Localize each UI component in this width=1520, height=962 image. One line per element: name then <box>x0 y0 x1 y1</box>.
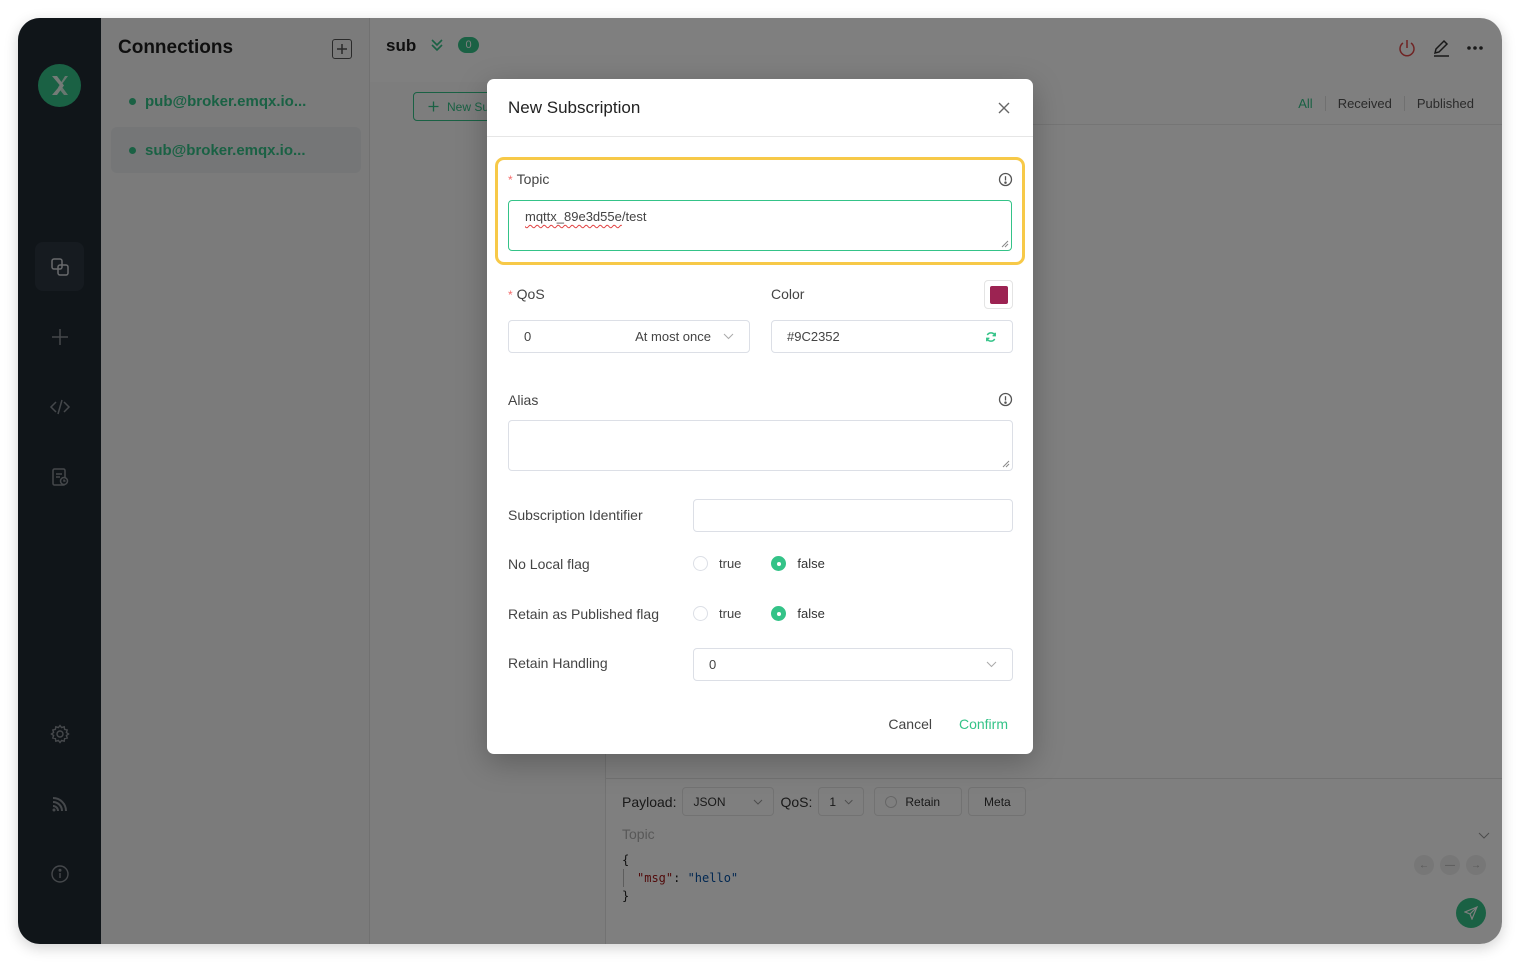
alias-label: Alias <box>508 392 539 408</box>
alias-input[interactable] <box>508 420 1013 471</box>
radio-label: false <box>797 556 825 571</box>
no-local-label: No Local flag <box>508 556 590 572</box>
resize-handle-icon[interactable] <box>1001 240 1009 248</box>
qos-select[interactable]: 0 At most once <box>508 320 750 353</box>
info-icon[interactable] <box>998 392 1013 407</box>
retain-as-published-label: Retain as Published flag <box>508 606 659 622</box>
retain-handling-value: 0 <box>709 657 717 672</box>
radio-label: true <box>719 556 742 571</box>
dialog-header: New Subscription <box>487 79 1033 137</box>
dialog-title: New Subscription <box>508 98 641 117</box>
color-value: #9C2352 <box>787 329 840 344</box>
new-subscription-dialog: New Subscription * Topic mqttx_89e3d55e/t… <box>487 79 1033 754</box>
topic-label-text: Topic <box>516 171 550 187</box>
qos-value: 0 <box>524 329 532 344</box>
color-input[interactable]: #9C2352 <box>771 320 1013 353</box>
rap-true-radio[interactable] <box>693 606 708 621</box>
radio-label: true <box>719 606 742 621</box>
topic-label: * Topic <box>508 171 550 187</box>
info-icon[interactable] <box>998 172 1013 187</box>
color-picker[interactable] <box>984 280 1013 309</box>
qos-label-text: QoS <box>516 286 545 302</box>
chevron-down-icon <box>986 661 997 668</box>
refresh-icon[interactable] <box>985 331 997 343</box>
no-local-true-radio[interactable] <box>693 556 708 571</box>
subscription-identifier-label: Subscription Identifier <box>508 507 643 523</box>
chevron-down-icon <box>723 333 734 340</box>
no-local-radio-group: true false <box>693 556 855 571</box>
cancel-button[interactable]: Cancel <box>888 716 932 732</box>
no-local-false-radio[interactable] <box>771 556 787 571</box>
topic-value-part: /test <box>621 209 647 224</box>
close-icon[interactable] <box>995 99 1013 117</box>
retain-handling-select[interactable]: 0 <box>693 648 1013 681</box>
radio-label: false <box>797 606 825 621</box>
subscription-identifier-input[interactable] <box>693 499 1013 532</box>
qos-label: * QoS <box>508 286 545 302</box>
retain-as-published-radio-group: true false <box>693 606 855 621</box>
topic-input[interactable]: mqttx_89e3d55e/test <box>508 200 1012 251</box>
confirm-button[interactable]: Confirm <box>959 716 1008 732</box>
color-swatch <box>989 285 1008 304</box>
color-label: Color <box>771 286 805 302</box>
dialog-footer: Cancel Confirm <box>888 716 1008 732</box>
qos-description: At most once <box>635 329 711 344</box>
resize-handle-icon[interactable] <box>1002 460 1010 468</box>
retain-handling-label: Retain Handling <box>508 655 608 671</box>
rap-false-radio[interactable] <box>771 606 787 621</box>
topic-value-part: mqttx_89e3d55e <box>525 209 622 224</box>
